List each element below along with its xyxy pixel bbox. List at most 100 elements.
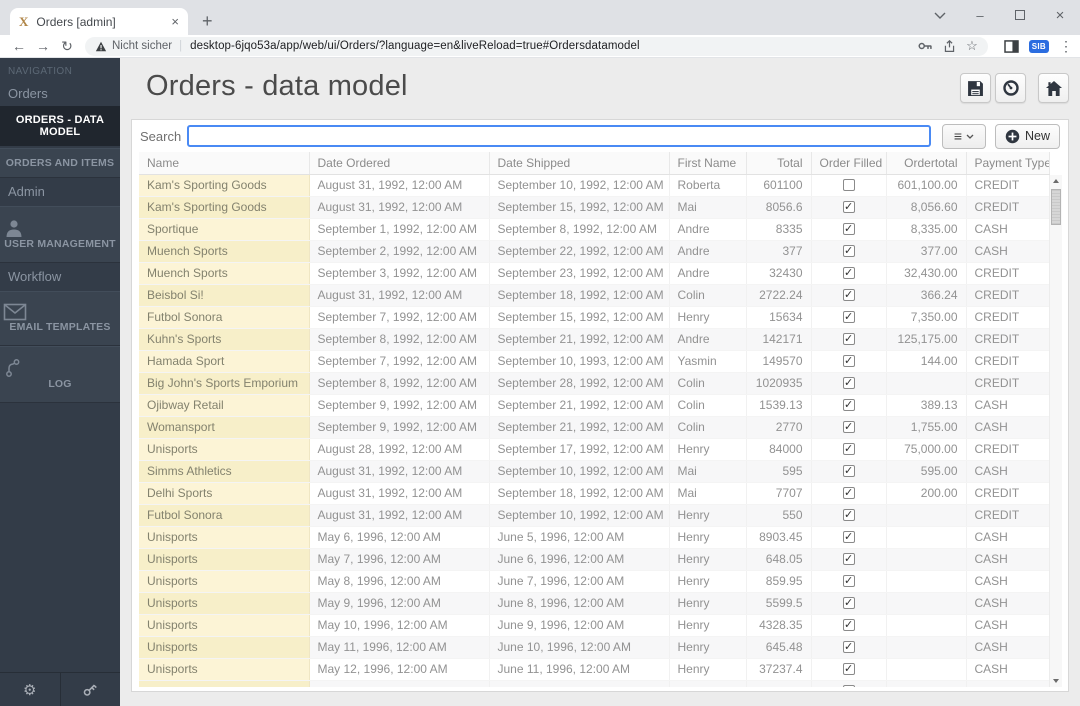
column-header-payment-type[interactable]: Payment Type bbox=[966, 152, 1050, 175]
sidebar-item-orders-and-items[interactable]: ORDERS AND ITEMS bbox=[0, 148, 120, 178]
order-filled-checkbox[interactable] bbox=[842, 461, 855, 481]
column-header-name[interactable]: Name bbox=[139, 152, 310, 175]
order-filled-checkbox[interactable] bbox=[842, 659, 855, 679]
sidebar-item-email-templates[interactable]: EMAIL TEMPLATES bbox=[0, 291, 120, 346]
column-header-date-shipped[interactable]: Date Shipped bbox=[489, 152, 670, 175]
browser-menu-icon[interactable]: ⋮ bbox=[1059, 38, 1073, 55]
order-filled-checkbox[interactable] bbox=[842, 263, 855, 283]
table-row[interactable]: Unisports May 11, 1996, 12:00 AM June 10, … bbox=[139, 636, 1050, 659]
cell-payment-type: CASH bbox=[966, 526, 1050, 549]
table-row[interactable]: Unisports May 8, 1996, 12:00 AM June 7, 19… bbox=[139, 570, 1050, 593]
table-row[interactable]: Futbol Sonora August 31, 1992, 12:00 AM Se… bbox=[139, 504, 1050, 527]
order-filled-checkbox[interactable] bbox=[842, 329, 855, 349]
bookmark-star-icon[interactable]: ☆ bbox=[966, 38, 978, 54]
security-key-button[interactable] bbox=[61, 673, 121, 706]
table-row[interactable]: Unisports May 10, 1996, 12:00 AM June 9, 1… bbox=[139, 614, 1050, 637]
vertical-scrollbar[interactable] bbox=[1049, 175, 1062, 687]
order-filled-checkbox[interactable] bbox=[842, 615, 855, 635]
order-filled-checkbox[interactable] bbox=[842, 549, 855, 569]
new-tab-button[interactable]: + bbox=[202, 8, 213, 35]
column-header-order-filled[interactable]: Order Filled bbox=[811, 152, 887, 175]
order-filled-checkbox[interactable] bbox=[842, 373, 855, 393]
search-input[interactable] bbox=[187, 125, 931, 147]
order-filled-checkbox[interactable] bbox=[842, 637, 855, 657]
scrollbar-thumb[interactable] bbox=[1051, 189, 1061, 225]
browser-tab[interactable]: X Orders [admin] × bbox=[10, 8, 188, 35]
table-row[interactable]: Beisbol Si! August 31, 1992, 12:00 AM Sept… bbox=[139, 284, 1050, 307]
table-row[interactable]: Hamada Sport September 7, 1992, 12:00 AM S… bbox=[139, 350, 1050, 373]
browser-menu-chevron-icon[interactable] bbox=[920, 0, 960, 30]
security-label[interactable]: Nicht sicher bbox=[112, 40, 172, 52]
sidebar-item-orders-data-model[interactable]: ORDERS - DATA MODEL bbox=[0, 106, 120, 146]
reload-button[interactable]: ↻ bbox=[55, 39, 79, 53]
order-filled-checkbox[interactable] bbox=[842, 351, 855, 371]
table-row[interactable]: Ojibway Retail September 9, 1992, 12:00 A… bbox=[139, 394, 1050, 417]
order-filled-checkbox[interactable] bbox=[842, 197, 855, 217]
order-filled-checkbox[interactable] bbox=[842, 307, 855, 327]
order-filled-checkbox[interactable] bbox=[842, 681, 855, 687]
table-row[interactable] bbox=[139, 680, 1050, 687]
order-filled-checkbox[interactable] bbox=[842, 285, 855, 305]
table-row[interactable]: Delhi Sports August 31, 1992, 12:00 AM Sep… bbox=[139, 482, 1050, 505]
order-filled-checkbox[interactable] bbox=[842, 505, 855, 525]
column-header-total[interactable]: Total bbox=[746, 152, 812, 175]
table-row[interactable]: Muench Sports September 3, 1992, 12:00 AM… bbox=[139, 262, 1050, 285]
table-row[interactable]: Kam's Sporting Goods August 31, 1992, 12:… bbox=[139, 174, 1050, 197]
cell-order-filled bbox=[811, 438, 887, 461]
settings-button[interactable]: ⚙ bbox=[0, 673, 61, 706]
order-filled-checkbox[interactable] bbox=[842, 439, 855, 459]
scroll-down-arrow-icon[interactable] bbox=[1050, 675, 1062, 687]
window-minimize-button[interactable]: – bbox=[960, 0, 1000, 30]
main-content: Orders - data model Search ≡ New Name Da… bbox=[120, 58, 1080, 706]
save-button[interactable] bbox=[960, 73, 991, 103]
list-menu-button[interactable]: ≡ bbox=[941, 123, 986, 149]
table-row[interactable]: Unisports May 12, 1996, 12:00 AM June 11, … bbox=[139, 658, 1050, 681]
order-filled-checkbox[interactable] bbox=[842, 219, 855, 239]
url-text[interactable]: desktop-6jqo53a/app/web/ui/Orders/?langu… bbox=[190, 40, 908, 52]
order-filled-checkbox[interactable] bbox=[842, 179, 855, 192]
column-header-first-name[interactable]: First Name bbox=[669, 152, 747, 175]
table-row[interactable]: Simms Athletics August 31, 1992, 12:00 AM… bbox=[139, 460, 1050, 483]
order-filled-checkbox[interactable] bbox=[842, 241, 855, 261]
sidebar-item-workflow[interactable]: Workflow bbox=[0, 265, 120, 289]
order-filled-checkbox[interactable] bbox=[842, 571, 855, 591]
address-bar[interactable]: Nicht sicher | desktop-6jqo53a/app/web/u… bbox=[85, 36, 988, 56]
table-row[interactable]: Kuhn's Sports September 8, 1992, 12:00 AM… bbox=[139, 328, 1050, 351]
table-row[interactable]: Unisports August 28, 1992, 12:00 AM Septem… bbox=[139, 438, 1050, 461]
cell-first-name: Mai bbox=[669, 482, 747, 505]
side-panel-icon[interactable] bbox=[1004, 39, 1019, 53]
new-record-button[interactable]: New bbox=[994, 123, 1060, 149]
table-row[interactable]: Sportique September 1, 1992, 12:00 AM Sept… bbox=[139, 218, 1050, 241]
window-close-button[interactable]: × bbox=[1040, 0, 1080, 30]
table-row[interactable]: Unisports May 9, 1996, 12:00 AM June 8, 19… bbox=[139, 592, 1050, 615]
order-filled-checkbox[interactable] bbox=[842, 527, 855, 547]
extension-badge[interactable]: SIB bbox=[1028, 39, 1049, 53]
back-button[interactable]: ← bbox=[7, 39, 31, 53]
order-filled-checkbox[interactable] bbox=[842, 395, 855, 415]
table-row[interactable]: Muench Sports September 2, 1992, 12:00 AM… bbox=[139, 240, 1050, 263]
table-row[interactable]: Big John's Sports Emporium September 8, 1… bbox=[139, 372, 1050, 395]
sidebar-item-user-management[interactable]: USER MANAGEMENT bbox=[0, 206, 120, 263]
column-header-ordertotal[interactable]: Ordertotal bbox=[886, 152, 967, 175]
cell-payment-type: CREDIT bbox=[966, 328, 1050, 351]
order-filled-checkbox[interactable] bbox=[842, 483, 855, 503]
table-row[interactable]: Futbol Sonora September 7, 1992, 12:00 AM… bbox=[139, 306, 1050, 329]
share-icon[interactable] bbox=[943, 39, 956, 53]
column-header-date-ordered[interactable]: Date Ordered bbox=[309, 152, 490, 175]
scroll-up-arrow-icon[interactable] bbox=[1050, 175, 1062, 187]
tab-close-icon[interactable]: × bbox=[171, 15, 179, 28]
order-filled-checkbox[interactable] bbox=[842, 417, 855, 437]
forward-button[interactable]: → bbox=[31, 39, 55, 53]
history-button[interactable] bbox=[995, 73, 1026, 103]
sidebar-item-log[interactable]: LOG bbox=[0, 346, 120, 403]
window-maximize-button[interactable] bbox=[1000, 0, 1040, 30]
table-row[interactable]: Womansport September 9, 1992, 12:00 AM Sep… bbox=[139, 416, 1050, 439]
home-button[interactable] bbox=[1038, 73, 1069, 103]
order-filled-checkbox[interactable] bbox=[842, 593, 855, 613]
table-row[interactable]: Unisports May 7, 1996, 12:00 AM June 6, 19… bbox=[139, 548, 1050, 571]
table-row[interactable]: Unisports May 6, 1996, 12:00 AM June 5, 19… bbox=[139, 526, 1050, 549]
sidebar-item-orders[interactable]: Orders bbox=[0, 82, 120, 106]
password-key-icon[interactable] bbox=[918, 41, 933, 51]
table-row[interactable]: Kam's Sporting Goods August 31, 1992, 12:… bbox=[139, 196, 1050, 219]
sidebar-item-admin[interactable]: Admin bbox=[0, 180, 120, 204]
